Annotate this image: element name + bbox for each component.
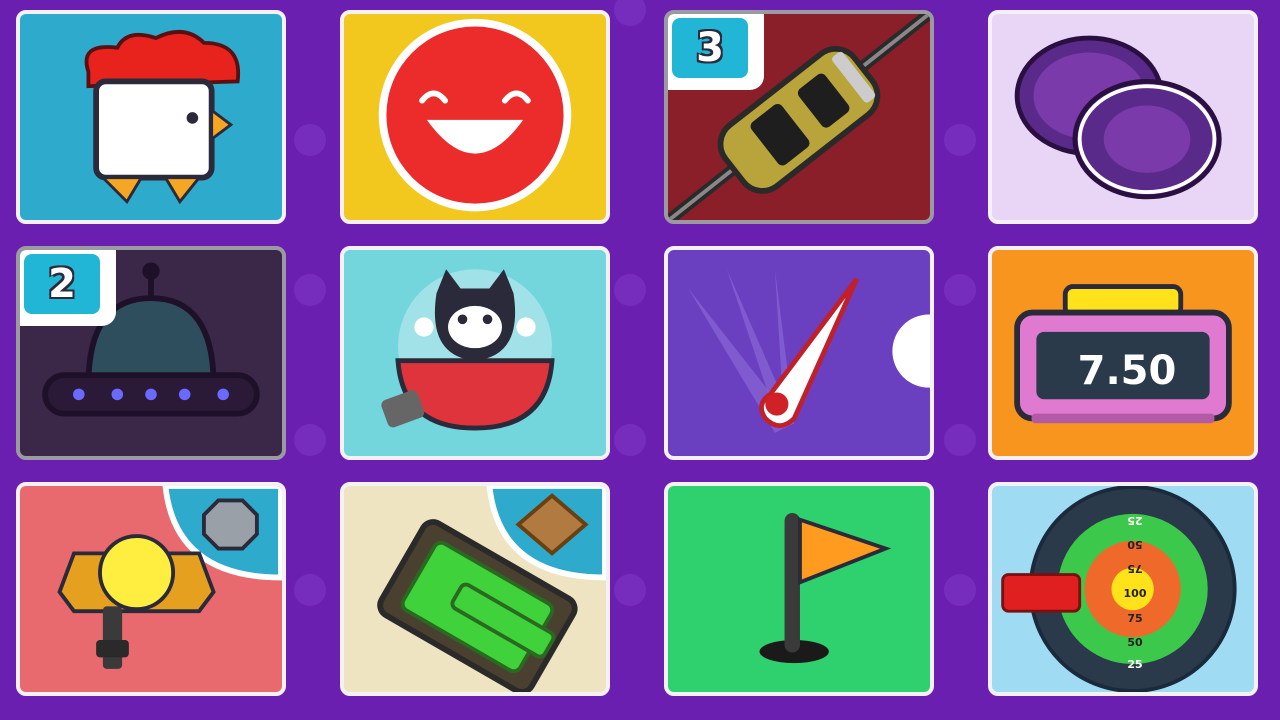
cat-in-bowl-icon xyxy=(381,269,555,431)
chicken-icon xyxy=(84,30,241,205)
level-badge: 3 xyxy=(668,14,764,90)
level-badge: 2 xyxy=(20,250,116,326)
pinball-flipper-icon xyxy=(688,269,930,433)
game-tile-golf[interactable] xyxy=(664,482,934,696)
air-hockey-pucks-icon xyxy=(1014,35,1222,200)
ring-label: 50 xyxy=(1127,636,1143,649)
game-tile-race-car[interactable]: 3 xyxy=(664,10,934,224)
game-tile-pinball[interactable] xyxy=(664,246,934,460)
game-tile-tank[interactable] xyxy=(340,482,610,696)
ring-label: 25 xyxy=(1127,514,1143,527)
golf-flag-icon xyxy=(759,512,892,664)
game-tile-chicken[interactable] xyxy=(16,10,286,224)
game-tile-cat-bowl[interactable] xyxy=(340,246,610,460)
ring-label: 25 xyxy=(1127,658,1143,671)
game-tile-catcher[interactable] xyxy=(16,482,286,696)
game-tile-darts[interactable]: 25 50 75 100 75 50 25 xyxy=(988,482,1258,696)
tank-icon xyxy=(377,486,606,692)
ring-label: 100 xyxy=(1123,587,1147,600)
claw-catcher-icon xyxy=(57,486,282,669)
game-tile-smiley[interactable] xyxy=(340,10,610,224)
game-tile-air-hockey[interactable] xyxy=(988,10,1258,224)
ring-label: 50 xyxy=(1127,538,1143,551)
smiley-face-icon xyxy=(378,18,572,212)
game-tile-ufo[interactable]: 2 xyxy=(16,246,286,460)
ring-label: 75 xyxy=(1127,612,1143,625)
game-tile-timer[interactable]: 7.50 xyxy=(988,246,1258,460)
timer-display: 7.50 xyxy=(1077,348,1177,394)
ring-label: 75 xyxy=(1127,562,1143,575)
